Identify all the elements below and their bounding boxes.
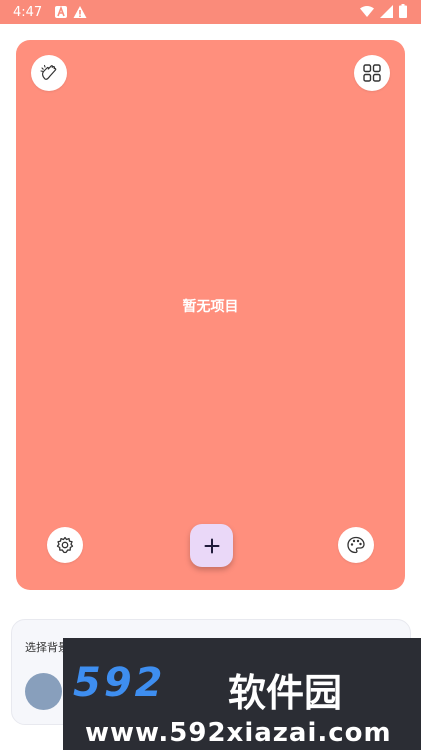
clap-button[interactable] — [31, 55, 67, 91]
palette-button[interactable] — [338, 527, 374, 563]
warning-icon — [73, 6, 87, 18]
background-color-swatch[interactable] — [25, 673, 62, 710]
add-button[interactable] — [190, 524, 233, 567]
watermark-brand: 592 — [73, 660, 166, 706]
settings-icon — [56, 536, 74, 554]
watermark-url: www.592xiazai.com — [85, 718, 392, 748]
settings-button[interactable] — [47, 527, 83, 563]
wifi-icon — [360, 5, 374, 17]
a-icon — [55, 5, 67, 18]
grid-icon — [363, 64, 381, 82]
empty-state-text: 暂无项目 — [182, 299, 239, 315]
project-card: 暂无项目 — [16, 40, 405, 590]
plus-icon — [204, 538, 219, 553]
status-bar: 4:47 — [0, 0, 421, 24]
signal-icon — [380, 4, 393, 18]
watermark: 592 软件园 www.592xiazai.com — [63, 638, 421, 750]
clap-icon — [40, 64, 57, 80]
watermark-cn-text: 软件园 — [228, 671, 343, 715]
battery-icon — [399, 4, 407, 18]
status-time: 4:47 — [13, 5, 43, 20]
grid-view-button[interactable] — [354, 55, 390, 91]
palette-icon — [347, 536, 365, 554]
